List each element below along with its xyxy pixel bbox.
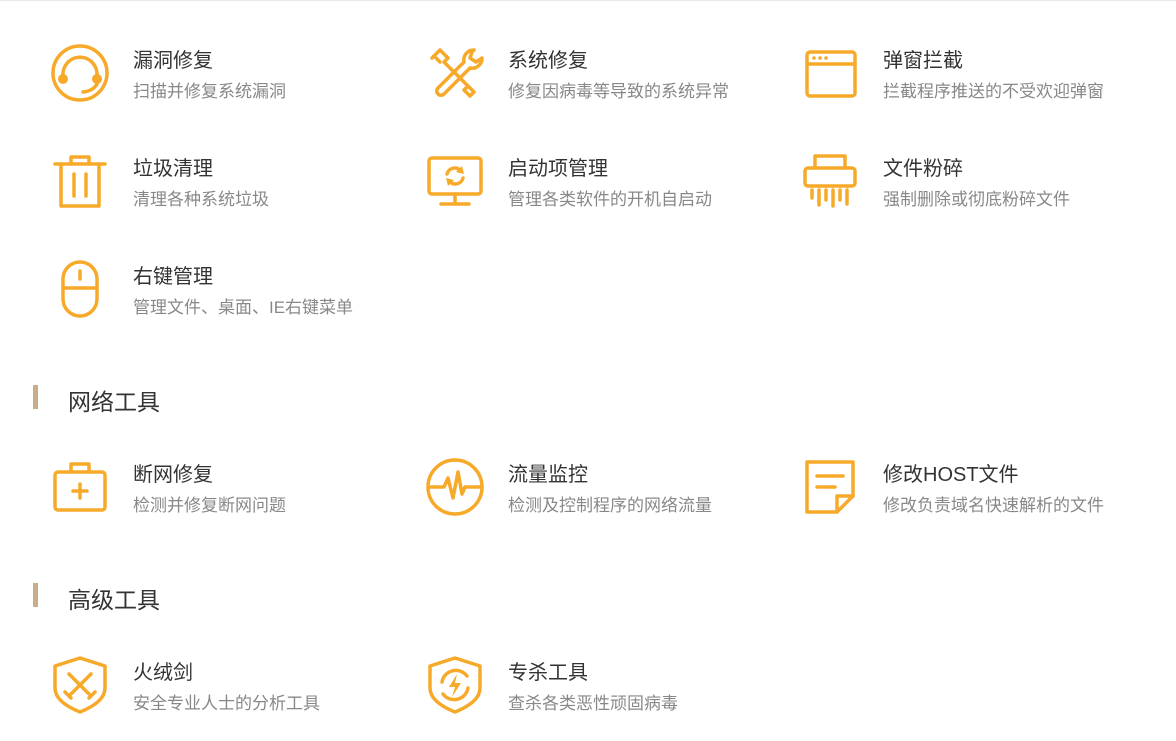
tool-description: 管理文件、桌面、IE右键菜单 <box>133 298 354 317</box>
tool-vulnerability-repair[interactable]: 漏洞修复 扫描并修复系统漏洞 <box>35 42 395 112</box>
tool-description: 清理各种系统垃圾 <box>133 190 269 209</box>
section-accent-bar <box>33 385 38 409</box>
tool-title: 漏洞修复 <box>133 50 213 72</box>
tool-description: 强制删除或彻底粉碎文件 <box>883 190 1070 209</box>
first-aid-kit-icon <box>49 456 111 518</box>
tool-traffic-monitor[interactable]: 流量监控 检测及控制程序的网络流量 <box>410 456 770 526</box>
tool-description: 修复因病毒等导致的系统异常 <box>508 82 729 101</box>
tool-junk-cleanup[interactable]: 垃圾清理 清理各种系统垃圾 <box>35 150 395 220</box>
tool-title: 专杀工具 <box>508 662 588 684</box>
headset-icon <box>49 42 111 104</box>
mouse-icon <box>49 258 111 320</box>
tool-description: 修改负责域名快速解析的文件 <box>883 496 1104 515</box>
tool-virus-killer[interactable]: 专杀工具 查杀各类恶性顽固病毒 <box>410 654 770 724</box>
tool-description: 查杀各类恶性顽固病毒 <box>508 694 678 713</box>
monitor-refresh-icon <box>424 150 486 212</box>
tool-context-menu-manager[interactable]: 右键管理 管理文件、桌面、IE右键菜单 <box>35 258 395 328</box>
tool-title: 弹窗拦截 <box>883 50 963 72</box>
tool-title: 流量监控 <box>508 464 588 486</box>
tool-popup-blocker[interactable]: 弹窗拦截 拦截程序推送的不受欢迎弹窗 <box>785 42 1145 112</box>
tool-huorong-sword[interactable]: 火绒剑 安全专业人士的分析工具 <box>35 654 395 724</box>
tool-system-repair[interactable]: 系统修复 修复因病毒等导致的系统异常 <box>410 42 770 112</box>
shield-bolt-icon <box>424 654 486 716</box>
tool-edit-host-file[interactable]: 修改HOST文件 修改负责域名快速解析的文件 <box>785 456 1145 526</box>
shredder-icon <box>799 150 861 212</box>
tool-description: 扫描并修复系统漏洞 <box>133 82 286 101</box>
tool-description: 检测及控制程序的网络流量 <box>508 496 712 515</box>
tool-description: 管理各类软件的开机自启动 <box>508 190 712 209</box>
tool-file-shredder[interactable]: 文件粉碎 强制删除或彻底粉碎文件 <box>785 150 1145 220</box>
tool-title: 系统修复 <box>508 50 588 72</box>
section-title: 高级工具 <box>68 587 160 613</box>
tool-title: 右键管理 <box>133 266 213 288</box>
section-title: 网络工具 <box>68 389 160 415</box>
browser-window-icon <box>799 42 861 104</box>
wrench-screwdriver-icon <box>424 42 486 104</box>
section-accent-bar <box>33 583 38 607</box>
top-divider <box>0 0 1176 1</box>
tool-network-repair[interactable]: 断网修复 检测并修复断网问题 <box>35 456 395 526</box>
trash-icon <box>49 150 111 212</box>
tool-description: 拦截程序推送的不受欢迎弹窗 <box>883 82 1104 101</box>
shield-swords-icon <box>49 654 111 716</box>
tool-title: 断网修复 <box>133 464 213 486</box>
tool-title: 垃圾清理 <box>133 158 213 180</box>
tool-title: 文件粉碎 <box>883 158 963 180</box>
tool-title: 火绒剑 <box>133 662 193 684</box>
tool-startup-manager[interactable]: 启动项管理 管理各类软件的开机自启动 <box>410 150 770 220</box>
tool-title: 启动项管理 <box>508 158 608 180</box>
tool-description: 检测并修复断网问题 <box>133 496 286 515</box>
pulse-icon <box>424 456 486 518</box>
note-document-icon <box>799 456 861 518</box>
tool-description: 安全专业人士的分析工具 <box>133 694 320 713</box>
tool-title: 修改HOST文件 <box>883 464 1019 486</box>
